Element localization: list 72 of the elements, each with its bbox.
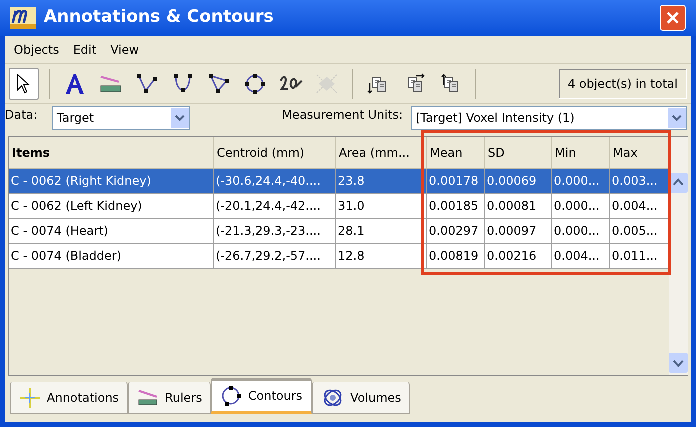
table-cell: C - 0062 (Right Kidney) bbox=[9, 169, 214, 193]
table-cell: 12.8 bbox=[336, 244, 427, 268]
table-row[interactable]: C - 0074 (Heart) (-21.3,29.3,-23.... 28.1 0.00297 0.00097 0.000... 0.005... bbox=[9, 219, 669, 244]
chevron-down-icon bbox=[171, 108, 189, 128]
menu-item[interactable]: Edit bbox=[68, 40, 102, 58]
table-cell: 0.00185 bbox=[427, 194, 485, 218]
tab[interactable]: Rulers bbox=[128, 382, 212, 414]
table-cell: 0.011... bbox=[610, 244, 669, 268]
table-cell: 0.00081 bbox=[485, 194, 552, 218]
scrollbar[interactable] bbox=[669, 137, 688, 375]
table-cell: (-30.6,24.4,-40.... bbox=[214, 169, 336, 193]
table-cell: C - 0062 (Left Kidney) bbox=[9, 194, 214, 218]
menu-item[interactable]: Objects bbox=[9, 40, 64, 58]
table-cell: C - 0074 (Heart) bbox=[9, 219, 214, 243]
table-cell: 0.005... bbox=[610, 219, 669, 243]
contour-icon bbox=[220, 385, 242, 407]
table-cell: 0.000... bbox=[552, 169, 610, 193]
table-cell: 28.1 bbox=[336, 219, 427, 243]
column-header[interactable]: Max bbox=[610, 137, 669, 168]
copy-icon bbox=[439, 72, 461, 94]
column-header[interactable]: Centroid (mm) bbox=[214, 137, 336, 168]
table-cell: 31.0 bbox=[336, 194, 427, 218]
table-cell: 0.00216 bbox=[485, 244, 552, 268]
table-cell: 0.00819 bbox=[427, 244, 485, 268]
toolbar-button[interactable] bbox=[9, 68, 39, 100]
ruler-icon bbox=[99, 74, 123, 94]
column-header[interactable]: SD bbox=[485, 137, 552, 168]
crosshair-icon bbox=[19, 386, 41, 408]
curve-icon bbox=[172, 72, 194, 94]
table-cell: (-20.1,24.4,-42.... bbox=[214, 194, 336, 218]
pointer-icon bbox=[16, 74, 32, 94]
polygon-icon bbox=[208, 72, 230, 94]
table-cell: 0.003... bbox=[610, 169, 669, 193]
data-dropdown[interactable]: Target bbox=[52, 106, 190, 130]
table-cell: C - 0074 (Bladder) bbox=[9, 244, 214, 268]
table-cell: 0.00097 bbox=[485, 219, 552, 243]
tab[interactable]: Volumes bbox=[312, 382, 410, 414]
table-row[interactable]: C - 0062 (Left Kidney) (-20.1,24.4,-42.... 31.0 0.00185 0.00081 0.000... 0.004... bbox=[9, 194, 669, 219]
object-count: 4 object(s) in total bbox=[558, 68, 687, 98]
window-title: Annotations & Contours bbox=[44, 6, 275, 30]
close-icon bbox=[666, 11, 680, 25]
tab[interactable]: Annotations bbox=[10, 382, 128, 414]
table-row[interactable]: C - 0062 (Right Kidney) (-30.6,24.4,-40.... 23.8 0.00178 0.00069 0.000... 0.003... bbox=[9, 169, 669, 194]
table-cell: 0.00297 bbox=[427, 219, 485, 243]
menu-item[interactable]: View bbox=[106, 40, 144, 58]
units-dropdown[interactable]: [Target] Voxel Intensity (1) bbox=[411, 106, 687, 130]
scroll-down-icon bbox=[669, 353, 688, 373]
text-tool-icon bbox=[65, 72, 85, 94]
table-cell: 23.8 bbox=[336, 169, 427, 193]
table-cell: (-21.3,29.3,-23.... bbox=[214, 219, 336, 243]
table-cell: 0.000... bbox=[552, 194, 610, 218]
close-button[interactable] bbox=[660, 5, 686, 31]
table-cell: (-26.7,29.2,-57.... bbox=[214, 244, 336, 268]
polyline-icon bbox=[136, 72, 158, 94]
ruler-icon bbox=[137, 388, 160, 406]
column-header[interactable]: Min bbox=[552, 137, 610, 168]
units-label: Measurement Units: bbox=[281, 107, 404, 124]
table-cell: 0.004... bbox=[610, 194, 669, 218]
table-cell: 0.00178 bbox=[427, 169, 485, 193]
circle-icon bbox=[244, 72, 266, 94]
table-cell: 0.000... bbox=[552, 219, 610, 243]
column-header[interactable]: Mean bbox=[427, 137, 485, 168]
app-logo-icon bbox=[10, 7, 36, 29]
column-header[interactable]: Items bbox=[9, 137, 214, 168]
table-cell: 0.00069 bbox=[485, 169, 552, 193]
column-header[interactable]: Area (mm... bbox=[336, 137, 427, 168]
tab[interactable]: Contours bbox=[211, 378, 312, 414]
nodes-icon bbox=[315, 72, 339, 94]
table-row[interactable]: C - 0074 (Bladder) (-26.7,29.2,-57.... 12.8 0.00819 0.00216 0.004... 0.011... bbox=[9, 244, 669, 269]
table-cell: 0.004... bbox=[552, 244, 610, 268]
data-label: Data: bbox=[5, 107, 39, 124]
chevron-down-icon bbox=[668, 108, 686, 128]
